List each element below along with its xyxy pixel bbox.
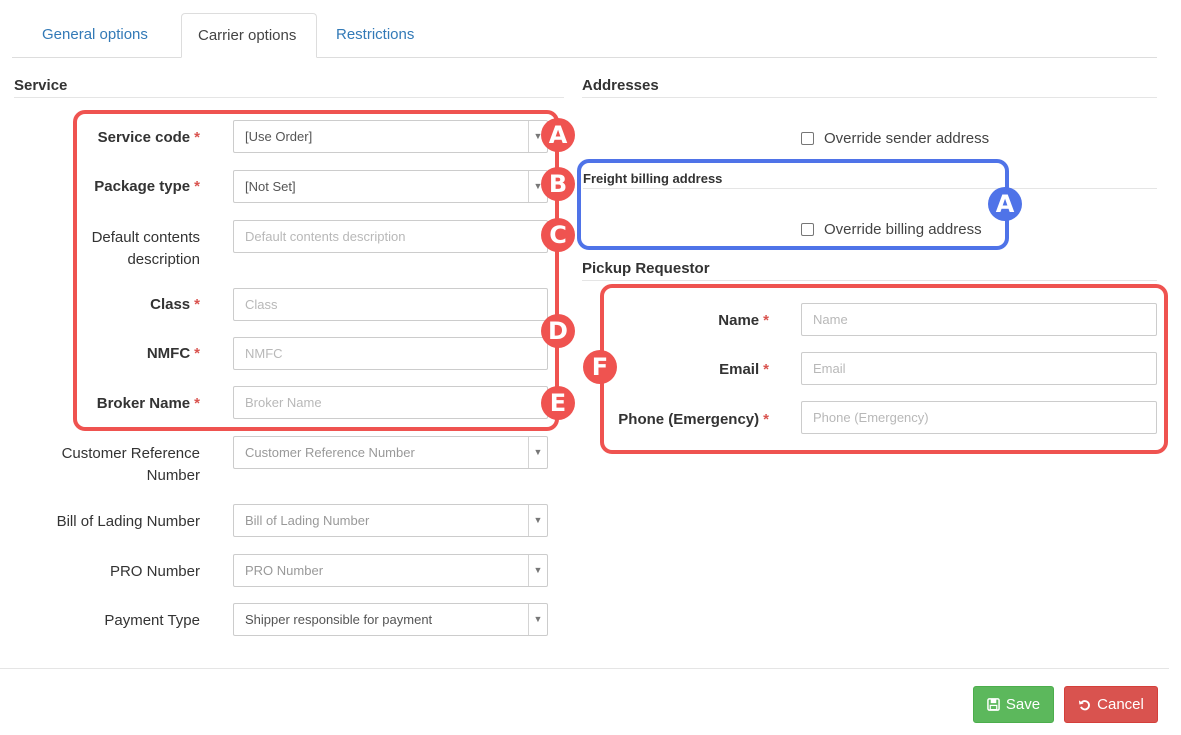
annotation-badge-blue-a: A xyxy=(988,187,1022,221)
undo-icon xyxy=(1078,698,1091,711)
annotation-badge-d: D xyxy=(541,314,575,348)
annotation-badge-a: A xyxy=(541,118,575,152)
payment-type-select[interactable]: Shipper responsible for payment ▼ xyxy=(233,603,548,636)
override-sender-label: Override sender address xyxy=(824,130,990,147)
annotation-badge-c: C xyxy=(541,218,575,252)
caret-down-icon: ▼ xyxy=(533,565,543,575)
annotation-highlight-pickup xyxy=(600,284,1168,454)
pro-number-placeholder: PRO Number xyxy=(245,563,324,578)
service-section-divider xyxy=(14,97,564,98)
cancel-button-label: Cancel xyxy=(1097,696,1144,713)
pro-number-label: PRO Number xyxy=(109,563,200,580)
addresses-section-divider xyxy=(582,97,1157,98)
floppy-disk-icon xyxy=(987,698,1000,711)
addresses-section-title: Addresses xyxy=(582,77,659,94)
annotation-highlight-billing xyxy=(577,159,1009,250)
customer-reference-label: Customer Reference Number xyxy=(61,445,200,484)
customer-reference-placeholder: Customer Reference Number xyxy=(245,445,415,460)
bill-of-lading-select[interactable]: Bill of Lading Number ▼ xyxy=(233,504,548,537)
customer-reference-select[interactable]: Customer Reference Number ▼ xyxy=(233,436,548,469)
override-sender-checkbox[interactable] xyxy=(801,132,814,145)
payment-type-value: Shipper responsible for payment xyxy=(245,612,433,627)
payment-type-label: Payment Type xyxy=(104,612,200,629)
caret-down-icon: ▼ xyxy=(533,447,543,457)
annotation-highlight-service xyxy=(73,110,559,431)
override-sender-row[interactable]: Override sender address xyxy=(801,130,989,147)
annotation-badge-b: B xyxy=(541,167,575,201)
caret-down-icon: ▼ xyxy=(533,515,543,525)
pickup-requestor-title: Pickup Requestor xyxy=(582,260,710,277)
bill-of-lading-placeholder: Bill of Lading Number xyxy=(245,513,370,528)
save-button[interactable]: Save xyxy=(973,686,1054,723)
cancel-button[interactable]: Cancel xyxy=(1064,686,1158,723)
caret-down-icon: ▼ xyxy=(533,614,543,624)
tab-restrictions[interactable]: Restrictions xyxy=(320,13,430,58)
tab-general-options[interactable]: General options xyxy=(26,13,164,58)
footer-divider xyxy=(0,668,1169,669)
service-section-title: Service xyxy=(14,77,68,94)
bill-of-lading-label: Bill of Lading Number xyxy=(56,513,200,530)
save-button-label: Save xyxy=(1005,696,1041,713)
pro-number-select[interactable]: PRO Number ▼ xyxy=(233,554,548,587)
pickup-requestor-divider xyxy=(582,280,1157,281)
annotation-badge-e: E xyxy=(541,386,575,420)
tab-carrier-options[interactable]: Carrier options xyxy=(181,13,317,58)
annotation-badge-f: F xyxy=(583,350,617,384)
